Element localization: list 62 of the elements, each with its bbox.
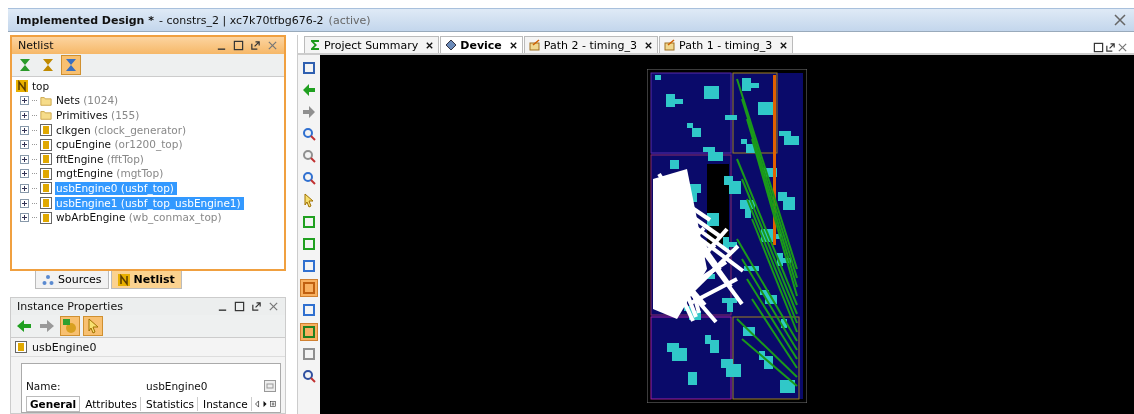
panel-title: Netlist — [18, 39, 54, 52]
zoom-in-icon[interactable] — [300, 125, 318, 143]
tree-item[interactable]: cpuEngine (or1200_top) — [55, 138, 186, 152]
cell-icon — [40, 167, 52, 180]
netlist-icon — [16, 80, 28, 93]
window-title: Implemented Design * — [16, 13, 155, 27]
tree-item[interactable]: top — [31, 79, 53, 93]
cell-icon — [40, 138, 52, 151]
editor-tab[interactable]: Device — [440, 36, 523, 53]
tree-item[interactable]: clkgen (clock_generator) — [55, 123, 190, 137]
cell-icon — [40, 211, 52, 224]
close-icon[interactable] — [425, 40, 435, 50]
close-icon[interactable] — [508, 40, 518, 50]
tree-item[interactable]: wbArbEngine (wb_conmax_top) — [55, 211, 225, 225]
properties-tab[interactable]: Instance — [200, 397, 252, 411]
expand-field-icon[interactable] — [264, 380, 276, 392]
zoom-area-icon[interactable] — [300, 169, 318, 187]
cell-icon — [40, 153, 52, 166]
panel-tab[interactable]: Netlist — [110, 271, 182, 289]
panel-title: Instance Properties — [17, 300, 123, 313]
tree-item[interactable]: mgtEngine (mgtTop) — [55, 167, 167, 181]
folder-icon — [40, 109, 52, 122]
close-icon[interactable] — [644, 40, 654, 50]
tree-item[interactable]: Primitives (155) — [55, 109, 143, 122]
maximize-icon[interactable] — [234, 301, 245, 312]
close-icon[interactable] — [779, 40, 789, 50]
tree-item[interactable]: Nets (1024) — [55, 94, 122, 108]
scroll-right-icon[interactable] — [261, 399, 268, 409]
cell-icon — [40, 124, 52, 137]
sigma-icon — [309, 39, 321, 51]
panel-tab[interactable]: Sources — [35, 271, 109, 289]
maximize-icon[interactable] — [233, 40, 244, 51]
properties-tab[interactable]: Attributes — [82, 397, 142, 411]
cell-icon — [15, 341, 27, 353]
cell-icon — [40, 197, 52, 210]
field-value: usbEngine0 — [146, 380, 209, 392]
field-label: Name: — [26, 380, 62, 392]
float-icon[interactable] — [251, 301, 262, 312]
folder-icon — [40, 94, 52, 107]
cell-icon — [40, 182, 52, 195]
list-icon[interactable] — [269, 399, 276, 409]
scroll-left-icon[interactable] — [253, 399, 260, 409]
maximize-icon[interactable] — [1093, 42, 1104, 53]
properties-tab[interactable]: Statistics — [143, 397, 199, 411]
zoom-out-icon[interactable] — [300, 147, 318, 165]
float-icon[interactable] — [1105, 42, 1116, 53]
editor-tab[interactable]: Path 2 - timing_3 — [523, 36, 659, 53]
search-icon[interactable] — [300, 367, 318, 385]
editor-tab[interactable]: Path 1 - timing_3 — [659, 36, 794, 53]
pointer-icon[interactable] — [83, 316, 103, 336]
properties-tab[interactable]: General — [26, 396, 81, 412]
status-label: (active) — [328, 13, 371, 27]
netlist-icon — [117, 273, 130, 286]
path-icon — [528, 39, 541, 51]
editor-tab[interactable]: Project Summary — [304, 36, 440, 53]
float-icon[interactable] — [250, 40, 261, 51]
instance-name: usbEngine0 — [32, 340, 97, 354]
path-icon — [664, 39, 677, 51]
chip-icon — [445, 39, 458, 51]
window-subtitle: - constrs_2 | xc7k70tfbg676-2 — [159, 13, 324, 27]
tree-item[interactable]: fftEngine (fftTop) — [55, 152, 147, 166]
forward-arrow-icon[interactable] — [300, 103, 318, 121]
